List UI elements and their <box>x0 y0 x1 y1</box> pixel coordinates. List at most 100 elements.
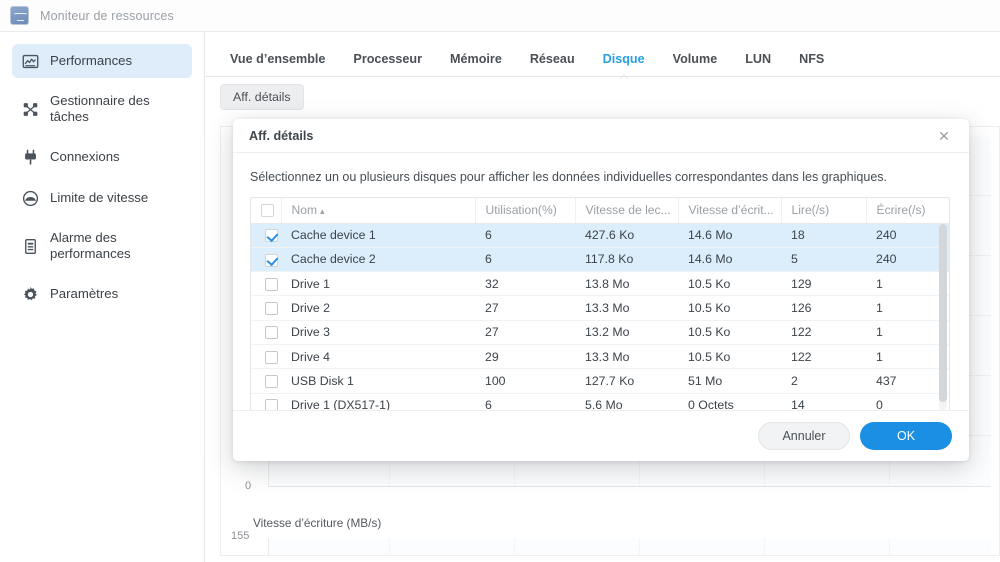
row-checkbox[interactable] <box>264 375 278 389</box>
table-row[interactable]: Cache device 2 6 117.8 Ko 14.6 Mo 5 240 <box>251 247 949 273</box>
dialog-body: Sélectionnez un ou plusieurs disques pou… <box>233 153 969 413</box>
tabbar-divider <box>206 76 1000 77</box>
row-checkbox-cell[interactable] <box>251 320 281 345</box>
sidebar-item-alarme-des-performances[interactable]: Alarme des performances <box>12 222 192 270</box>
table-row[interactable]: USB Disk 1 100 127.7 Ko 51 Mo 2 437 <box>251 368 949 394</box>
table-row[interactable]: Drive 2 27 13.3 Mo 10.5 Ko 126 1 <box>251 295 949 321</box>
cell-lire-par-seconde: 18 <box>781 223 866 248</box>
window-title: Moniteur de ressources <box>40 8 174 23</box>
tab-bar: Vue d’ensemble Processeur Mémoire Réseau… <box>206 41 838 76</box>
row-checkbox[interactable] <box>264 302 278 316</box>
sidebar-item-gestionnaire-des-taches[interactable]: Gestionnaire des tâches <box>12 85 192 133</box>
table-row[interactable]: Drive 3 27 13.2 Mo 10.5 Ko 122 1 <box>251 320 949 345</box>
column-header-ecrire-par-seconde[interactable]: Écrire(/s) <box>866 198 949 224</box>
sidebar-item-limite-de-vitesse[interactable]: Limite de vitesse <box>12 181 192 215</box>
speed-limit-icon <box>22 190 39 206</box>
dialog-description: Sélectionnez un ou plusieurs disques pou… <box>250 170 887 184</box>
tab-nfs[interactable]: NFS <box>785 41 838 76</box>
row-checkbox-cell[interactable] <box>251 271 281 297</box>
chart-axis-label-155: 155 <box>231 530 250 542</box>
cell-vitesse-ecriture: 10.5 Ko <box>678 344 781 370</box>
tab-memoire[interactable]: Mémoire <box>436 41 516 76</box>
tab-volume[interactable]: Volume <box>659 41 732 76</box>
sidebar-item-label: Limite de vitesse <box>50 190 149 206</box>
cell-utilisation: 6 <box>475 223 575 248</box>
column-header-label: Nom <box>291 203 318 218</box>
row-checkbox-cell[interactable] <box>251 247 281 273</box>
cell-ecrire-par-seconde: 1 <box>866 295 949 321</box>
sidebar-item-performances[interactable]: Performances <box>12 44 192 78</box>
cell-utilisation: 32 <box>475 271 575 297</box>
tab-vue-densemble[interactable]: Vue d’ensemble <box>221 41 339 76</box>
table-row[interactable]: Drive 4 29 13.3 Mo 10.5 Ko 122 1 <box>251 344 949 370</box>
column-header-nom[interactable]: Nom ▴ <box>281 198 476 224</box>
cell-vitesse-ecriture: 10.5 Ko <box>678 295 781 321</box>
close-icon[interactable]: ✕ <box>933 125 955 147</box>
tab-disque[interactable]: Disque <box>589 41 659 76</box>
show-details-button[interactable]: Aff. détails <box>220 84 304 110</box>
table-scrollbar-thumb[interactable] <box>939 224 947 402</box>
table-row[interactable]: Drive 1 32 13.8 Mo 10.5 Ko 129 1 <box>251 271 949 297</box>
sidebar-item-connexions[interactable]: Connexions <box>12 140 192 174</box>
sort-ascending-icon: ▴ <box>320 206 325 217</box>
column-header-utilisation[interactable]: Utilisation(%) <box>475 198 576 224</box>
cell-ecrire-par-seconde: 1 <box>866 344 949 370</box>
dialog-header: Aff. détails ✕ <box>233 119 969 153</box>
row-checkbox[interactable] <box>264 350 278 364</box>
ok-button[interactable]: OK <box>860 422 952 450</box>
row-checkbox[interactable] <box>264 277 278 291</box>
row-checkbox-cell[interactable] <box>251 368 281 394</box>
cell-nom: Drive 4 <box>281 344 475 370</box>
cell-ecrire-par-seconde: 1 <box>866 320 949 345</box>
column-header-vitesse-ecriture[interactable]: Vitesse d’écrit... <box>678 198 782 224</box>
cell-vitesse-ecriture: 51 Mo <box>678 368 781 394</box>
column-header-vitesse-lecture[interactable]: Vitesse de lec... <box>575 198 679 224</box>
cell-utilisation: 100 <box>475 368 575 394</box>
table-head: Nom ▴ Utilisation(%) Vitesse de lec... Vi… <box>251 198 949 224</box>
cell-lire-par-seconde: 5 <box>781 247 866 273</box>
row-checkbox[interactable] <box>264 326 278 340</box>
cell-vitesse-ecriture: 10.5 Ko <box>678 320 781 345</box>
row-checkbox-cell[interactable] <box>251 344 281 370</box>
cell-utilisation: 27 <box>475 295 575 321</box>
row-checkbox-cell[interactable] <box>251 295 281 321</box>
table-row[interactable]: Cache device 1 6 427.6 Ko 14.6 Mo 18 240 <box>251 223 949 248</box>
cell-vitesse-lecture: 13.8 Mo <box>575 271 678 297</box>
chart-title-write-speed: Vitesse d’écriture (MB/s) <box>253 516 382 530</box>
chart-axis-label-zero: 0 <box>245 480 252 492</box>
cell-ecrire-par-seconde: 1 <box>866 271 949 297</box>
row-checkbox[interactable] <box>264 229 278 243</box>
sidebar-item-parametres[interactable]: Paramètres <box>12 277 192 311</box>
chart-write-speed-plot <box>268 538 991 555</box>
cell-ecrire-par-seconde: 240 <box>866 223 949 248</box>
cell-utilisation: 6 <box>475 247 575 273</box>
cell-nom: Drive 3 <box>281 320 475 345</box>
tab-processeur[interactable]: Processeur <box>339 41 436 76</box>
tab-lun[interactable]: LUN <box>731 41 785 76</box>
select-all-header[interactable] <box>251 198 282 224</box>
cell-nom: USB Disk 1 <box>281 368 475 394</box>
sidebar: Performances Gestionnaire des tâches Con… <box>0 32 205 562</box>
row-checkbox[interactable] <box>264 253 278 267</box>
table-header-row: Nom ▴ Utilisation(%) Vitesse de lec... Vi… <box>251 198 949 224</box>
cell-vitesse-lecture: 13.3 Mo <box>575 344 678 370</box>
select-all-checkbox[interactable] <box>261 204 274 218</box>
cell-vitesse-ecriture: 14.6 Mo <box>678 247 781 273</box>
row-checkbox-cell[interactable] <box>251 223 281 248</box>
cell-vitesse-ecriture: 14.6 Mo <box>678 223 781 248</box>
tab-reseau[interactable]: Réseau <box>516 41 589 76</box>
cell-vitesse-ecriture: 10.5 Ko <box>678 271 781 297</box>
column-header-lire-par-seconde[interactable]: Lire(/s) <box>781 198 867 224</box>
cell-lire-par-seconde: 122 <box>781 344 866 370</box>
cell-vitesse-lecture: 427.6 Ko <box>575 223 678 248</box>
alarm-list-icon <box>25 238 36 254</box>
cancel-button[interactable]: Annuler <box>758 422 850 450</box>
cell-ecrire-par-seconde: 437 <box>866 368 949 394</box>
dialog-footer: Annuler OK <box>233 410 969 461</box>
cell-lire-par-seconde: 122 <box>781 320 866 345</box>
sidebar-item-label: Alarme des performances <box>50 230 131 262</box>
sidebar-item-label: Paramètres <box>50 286 119 302</box>
resource-monitor-window: Moniteur de ressources Performances Gest… <box>0 0 1000 562</box>
toolbar: Aff. détails <box>206 84 304 118</box>
table-body: Cache device 1 6 427.6 Ko 14.6 Mo 18 240… <box>251 223 949 412</box>
